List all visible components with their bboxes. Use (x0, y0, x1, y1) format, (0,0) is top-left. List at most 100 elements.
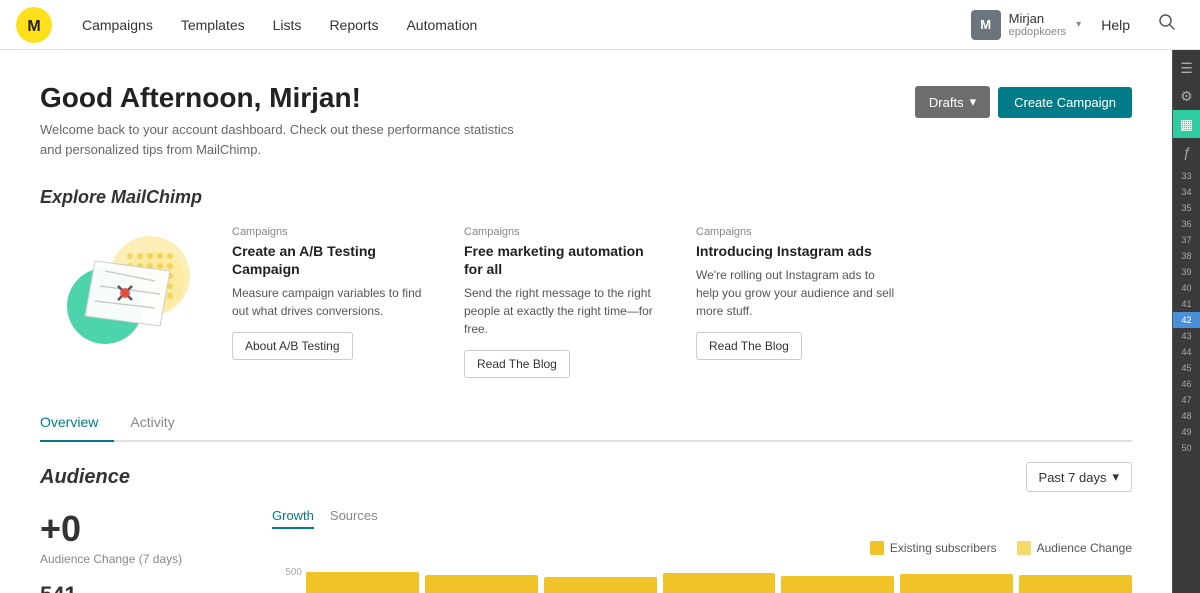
nav-templates[interactable]: Templates (167, 0, 259, 50)
card-2-button[interactable]: Read The Blog (464, 350, 570, 378)
row-number-42: 42 (1173, 312, 1200, 328)
user-info: Mirjan epdopkoers (1009, 11, 1067, 39)
bar-existing-5 (900, 574, 1013, 593)
audience-section: Audience Past 7 days ▾ +0 Audience Chang… (40, 462, 1132, 593)
row-number-37: 37 (1173, 232, 1200, 248)
mailchimp-logo[interactable]: M (16, 7, 52, 43)
header-actions: Drafts ▾ Create Campaign (915, 86, 1132, 118)
username: Mirjan (1009, 11, 1067, 27)
card-1-title: Create an A/B Testing Campaign (232, 242, 432, 278)
main-content: Good Afternoon, Mirjan! Welcome back to … (0, 50, 1172, 593)
search-icon[interactable] (1150, 13, 1184, 36)
nav-links: Campaigns Templates Lists Reports Automa… (68, 0, 971, 50)
chart-bar-group-5 (900, 574, 1013, 593)
nav-user[interactable]: M Mirjan epdopkoers ▾ (971, 10, 1082, 40)
row-number-50: 50 (1173, 440, 1200, 456)
card-2-desc: Send the right message to the right peop… (464, 284, 664, 338)
audience-title: Audience (40, 466, 130, 489)
y-label-500: 500 (272, 567, 302, 578)
chart-bar-group-4 (781, 576, 894, 593)
create-campaign-button[interactable]: Create Campaign (998, 87, 1132, 118)
explore-illustration (40, 226, 200, 359)
card-2-title: Free marketing automation for all (464, 242, 664, 278)
row-number-47: 47 (1173, 392, 1200, 408)
sidebar-grid-icon[interactable]: ▦ (1173, 110, 1200, 138)
nav-campaigns[interactable]: Campaigns (68, 0, 167, 50)
row-number-38: 38 (1173, 248, 1200, 264)
legend-existing: Existing subscribers (870, 541, 997, 555)
help-link[interactable]: Help (1093, 17, 1138, 33)
page-greeting: Good Afternoon, Mirjan! (40, 82, 520, 114)
legend-change-dot (1017, 541, 1031, 555)
total-audience-value: 541 (40, 582, 240, 593)
page-subtitle: Welcome back to your account dashboard. … (40, 120, 520, 159)
chart-bar-group-3 (663, 573, 776, 593)
explore-card-2: Campaigns Free marketing automation for … (464, 226, 664, 378)
legend-change: Audience Change (1017, 541, 1132, 555)
tab-activity[interactable]: Activity (130, 406, 190, 442)
row-number-40: 40 (1173, 280, 1200, 296)
row-number-48: 48 (1173, 408, 1200, 424)
page-header: Good Afternoon, Mirjan! Welcome back to … (40, 82, 1132, 159)
right-sidebar: ☰ ⚙ ▦ ƒ 33343536373839404142434445464748… (1172, 50, 1200, 593)
legend-change-label: Audience Change (1037, 541, 1132, 555)
row-number-43: 43 (1173, 328, 1200, 344)
audience-body: +0 Audience Change (7 days) 541 Total Au… (40, 508, 1132, 593)
bar-existing-1 (425, 575, 538, 593)
avatar: M (971, 10, 1001, 40)
explore-cards: Campaigns Create an A/B Testing Campaign… (40, 226, 1132, 378)
card-1-category: Campaigns (232, 226, 432, 238)
user-chevron-icon: ▾ (1076, 19, 1081, 30)
period-button[interactable]: Past 7 days ▾ (1026, 462, 1132, 492)
audience-change-label: Audience Change (7 days) (40, 552, 240, 566)
row-number-35: 35 (1173, 200, 1200, 216)
audience-change-value: +0 (40, 508, 240, 550)
nav-lists[interactable]: Lists (259, 0, 316, 50)
drafts-button[interactable]: Drafts ▾ (915, 86, 990, 118)
row-number-36: 36 (1173, 216, 1200, 232)
row-number-34: 34 (1173, 184, 1200, 200)
card-3-desc: We're rolling out Instagram ads to help … (696, 266, 896, 320)
card-1-desc: Measure campaign variables to find out w… (232, 284, 432, 320)
bar-existing-6 (1019, 575, 1132, 593)
row-number-41: 41 (1173, 296, 1200, 312)
nav-right: M Mirjan epdopkoers ▾ Help (971, 10, 1184, 40)
page-header-left: Good Afternoon, Mirjan! Welcome back to … (40, 82, 520, 159)
row-number-33: 33 (1173, 168, 1200, 184)
row-number-46: 46 (1173, 376, 1200, 392)
bar-existing-0 (306, 572, 419, 593)
row-number-39: 39 (1173, 264, 1200, 280)
audience-chart: Growth Sources Existing subscribers Audi… (272, 508, 1132, 593)
chart-tabs: Growth Sources (272, 508, 1132, 529)
sidebar-formula-icon[interactable]: ƒ (1173, 138, 1200, 166)
right-panel-icons: ☰ ⚙ ▦ ƒ (1173, 50, 1200, 166)
sidebar-settings-icon[interactable]: ⚙ (1173, 82, 1200, 110)
nav-automation[interactable]: Automation (392, 0, 491, 50)
explore-title: Explore MailChimp (40, 187, 1132, 208)
chart-bar-group-2 (544, 577, 657, 593)
chart-bar-group-1 (425, 575, 538, 593)
explore-card-1: Campaigns Create an A/B Testing Campaign… (232, 226, 432, 360)
explore-section: Explore MailChimp (40, 187, 1132, 378)
chart-tab-growth[interactable]: Growth (272, 508, 314, 529)
card-3-title: Introducing Instagram ads (696, 242, 896, 260)
layout: Good Afternoon, Mirjan! Welcome back to … (0, 50, 1200, 593)
svg-text:M: M (27, 18, 40, 35)
bar-existing-4 (781, 576, 894, 593)
sidebar-menu-icon[interactable]: ☰ (1173, 54, 1200, 82)
explore-card-3: Campaigns Introducing Instagram ads We'r… (696, 226, 896, 360)
nav-reports[interactable]: Reports (315, 0, 392, 50)
row-number-45: 45 (1173, 360, 1200, 376)
card-1-button[interactable]: About A/B Testing (232, 332, 353, 360)
bar-existing-2 (544, 577, 657, 593)
card-3-button[interactable]: Read The Blog (696, 332, 802, 360)
chart-tab-sources[interactable]: Sources (330, 508, 378, 529)
user-email: epdopkoers (1009, 26, 1067, 38)
chart-area: 500 400 (272, 567, 1132, 593)
tab-overview[interactable]: Overview (40, 406, 114, 442)
chart-bar-group-0 (306, 572, 419, 593)
row-number-49: 49 (1173, 424, 1200, 440)
legend-existing-label: Existing subscribers (890, 541, 997, 555)
top-navigation: M Campaigns Templates Lists Reports Auto… (0, 0, 1200, 50)
bar-existing-3 (663, 573, 776, 593)
